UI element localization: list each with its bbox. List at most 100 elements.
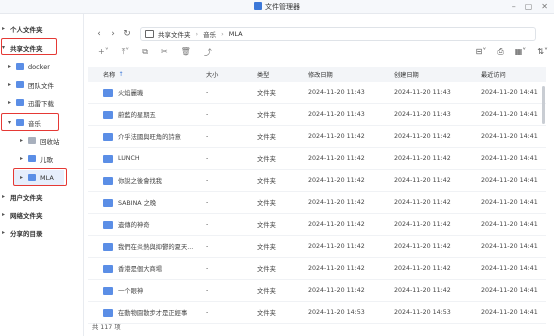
cut-icon[interactable]: ✂: [161, 47, 168, 58]
cell-accessed: 2024-11-20 14:41: [481, 111, 538, 118]
new-icon[interactable]: +˅: [98, 47, 109, 58]
cell-modified: 2024-11-20 11:42: [308, 221, 365, 228]
cell-created: 2024-11-20 11:42: [394, 133, 451, 140]
column-header-created[interactable]: 创建日期: [394, 70, 481, 79]
back-icon[interactable]: ‹: [92, 27, 106, 41]
breadcrumb[interactable]: 共享文件夹 › 音乐 › MLA: [140, 27, 536, 41]
cell-accessed: 2024-11-20 14:41: [481, 265, 538, 272]
sidebar-section-user[interactable]: ▸ 用户文件夹: [2, 189, 43, 204]
file-name: 火焰麗璣: [118, 90, 144, 97]
share-icon[interactable]: ⤴: [204, 47, 212, 58]
chevron-right-icon[interactable]: ▸: [2, 25, 10, 32]
cell-type: 文件夹: [257, 310, 276, 317]
sidebar-item-label: docker: [28, 62, 50, 71]
column-header-name[interactable]: 名称 ↑: [88, 70, 204, 79]
cell-name: 遺傳的神奇: [88, 220, 204, 229]
sidebar-section-shared-dirs[interactable]: ▸ 分享的目录: [2, 225, 43, 240]
chevron-right-icon[interactable]: ▸: [8, 63, 16, 70]
grid-view-icon[interactable]: ▦˅: [515, 47, 527, 57]
table-body: 火焰麗璣 - 文件夹 2024-11-20 11:43 2024-11-20 11:43…: [88, 82, 546, 324]
breadcrumb-item[interactable]: 音乐: [203, 29, 216, 39]
cell-type: 文件夹: [257, 90, 276, 97]
chevron-right-icon[interactable]: ▸: [20, 155, 28, 162]
chevron-right-icon[interactable]: ▸: [2, 211, 10, 218]
chevron-right-icon[interactable]: ▸: [2, 229, 10, 236]
folder-icon: [103, 220, 113, 229]
file-name: 香港是個大商場: [118, 266, 163, 273]
table-row[interactable]: 香港是個大商場 - 文件夹 2024-11-20 11:42 2024-11-20 11…: [88, 258, 546, 280]
folder-icon: [16, 81, 24, 88]
table-row[interactable]: 一个眼神 - 文件夹 2024-11-20 11:42 2024-11-20 11:42…: [88, 280, 546, 302]
window-controls: – ▢ ✕: [512, 2, 548, 11]
upload-icon[interactable]: ⤒˅: [122, 47, 130, 58]
folder-icon: [103, 154, 113, 163]
print-icon[interactable]: ⎙: [497, 47, 503, 57]
table-row[interactable]: 我們在炎熱與抑鬱的夏天... - 文件夹 2024-11-20 11:42 2024-1…: [88, 236, 546, 258]
drive-menu-icon[interactable]: ⊟˅: [476, 47, 487, 57]
chevron-right-icon[interactable]: ▸: [8, 99, 16, 106]
file-name: 一个眼神: [118, 288, 144, 295]
cell-created: 2024-11-20 11:42: [394, 265, 451, 272]
sidebar-section-label: 分享的目录: [10, 229, 43, 238]
file-name: 在動物園散步才是正經事: [118, 310, 188, 317]
column-header-accessed[interactable]: 最近访问: [481, 70, 546, 79]
cell-created: 2024-11-20 11:42: [394, 221, 451, 228]
minimize-icon[interactable]: –: [512, 2, 516, 11]
table-row[interactable]: 你說之後會找我 - 文件夹 2024-11-20 11:42 2024-11-20 11…: [88, 170, 546, 192]
cell-accessed: 2024-11-20 14:41: [481, 199, 538, 206]
column-header-size[interactable]: 大小: [204, 70, 257, 79]
sidebar-section-personal[interactable]: ▸ 个人文件夹: [2, 21, 43, 36]
sidebar-section-network[interactable]: ▸ 网络文件夹: [2, 207, 43, 222]
cell-name: 火焰麗璣: [88, 88, 204, 97]
cell-type: 文件夹: [257, 178, 276, 185]
highlight-box-mla: [13, 168, 67, 186]
table-row[interactable]: 蔚藍的星期五 - 文件夹 2024-11-20 11:43 2024-11-20 11:…: [88, 104, 546, 126]
cell-created: 2024-11-20 14:53: [394, 309, 451, 316]
sidebar-item-recycle-bin[interactable]: ▸ 回收站: [20, 133, 60, 148]
table-row[interactable]: 在動物園散步才是正經事 - 文件夹 2024-11-20 14:53 2024-11-2…: [88, 302, 546, 324]
table-row[interactable]: SABINA 之晚 - 文件夹 2024-11-20 11:42 2024-11-20 …: [88, 192, 546, 214]
drive-icon: [145, 30, 154, 38]
maximize-icon[interactable]: ▢: [525, 2, 533, 11]
table-row[interactable]: 遺傳的神奇 - 文件夹 2024-11-20 11:42 2024-11-20 11:4…: [88, 214, 546, 236]
cell-size: -: [206, 89, 209, 96]
cell-created: 2024-11-20 11:42: [394, 287, 451, 294]
table-row[interactable]: 火焰麗璣 - 文件夹 2024-11-20 11:43 2024-11-20 11:43…: [88, 82, 546, 104]
cell-type: 文件夹: [257, 134, 276, 141]
cell-accessed: 2024-11-20 14:41: [481, 309, 538, 316]
chevron-right-icon[interactable]: ▸: [2, 193, 10, 200]
sort-icon[interactable]: ⇅˅: [537, 47, 548, 57]
sidebar-item-docker[interactable]: ▸ docker: [8, 59, 50, 74]
column-header-modified[interactable]: 修改日期: [308, 70, 394, 79]
navigation-bar: ‹ › ↻ 共享文件夹 › 音乐 › MLA: [92, 26, 552, 42]
sidebar-item-team-files[interactable]: ▸ 团队文件: [8, 77, 54, 92]
cell-accessed: 2024-11-20 14:41: [481, 155, 538, 162]
table-row[interactable]: 介乎法國與旺角的詩意 - 文件夹 2024-11-20 11:42 2024-11-20…: [88, 126, 546, 148]
cell-size: -: [206, 155, 209, 162]
sidebar-item-kids-songs[interactable]: ▸ 儿歌: [20, 151, 53, 166]
copy-icon[interactable]: ⧉: [142, 47, 148, 58]
cell-size: -: [206, 243, 209, 250]
close-icon[interactable]: ✕: [541, 2, 548, 11]
refresh-icon[interactable]: ↻: [120, 27, 134, 41]
cell-size: -: [206, 309, 209, 316]
chevron-right-icon[interactable]: ▸: [20, 137, 28, 144]
forward-icon[interactable]: ›: [106, 27, 120, 41]
scrollbar[interactable]: [542, 86, 545, 124]
highlight-box-shared: [1, 38, 57, 55]
folder-icon: [103, 242, 113, 251]
chevron-right-icon[interactable]: ▸: [8, 81, 16, 88]
cell-modified: 2024-11-20 14:53: [308, 309, 365, 316]
table-row[interactable]: LUNCH - 文件夹 2024-11-20 11:42 2024-11-20 11:4…: [88, 148, 546, 170]
column-header-type[interactable]: 类型: [257, 70, 308, 79]
cell-accessed: 2024-11-20 14:41: [481, 287, 538, 294]
delete-icon[interactable]: 🗑: [181, 47, 191, 58]
breadcrumb-item[interactable]: MLA: [229, 30, 243, 38]
folder-icon: [16, 63, 24, 70]
sidebar-item-thunder-downloads[interactable]: ▸ 迅雷下载: [8, 95, 54, 110]
breadcrumb-item[interactable]: 共享文件夹: [158, 29, 191, 39]
cell-created: 2024-11-20 11:42: [394, 177, 451, 184]
sidebar-section-label: 个人文件夹: [10, 25, 43, 34]
folder-icon: [16, 99, 24, 106]
cell-name: LUNCH: [88, 154, 204, 163]
